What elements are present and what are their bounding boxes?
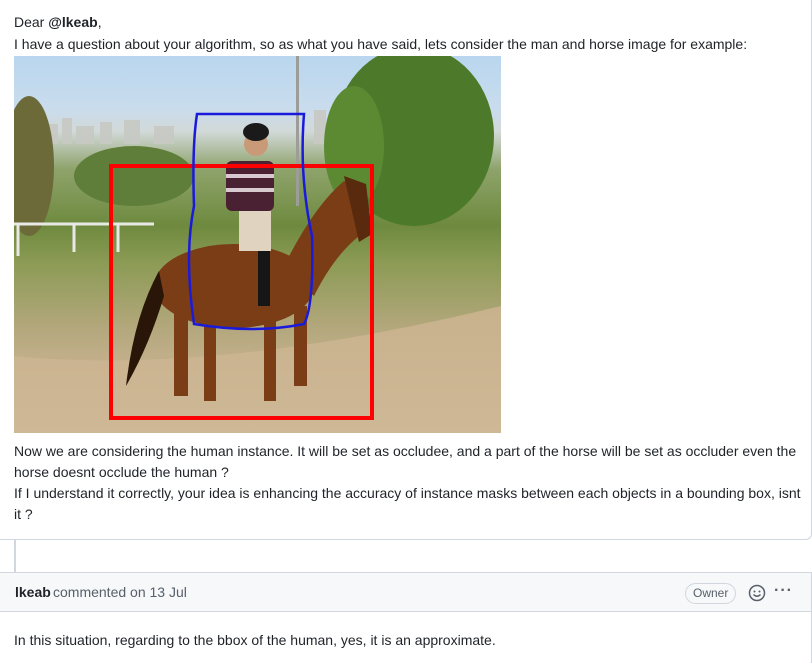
question-intro: I have a question about your algorithm, … [14, 36, 748, 52]
paragraph-2-line-2: it ? [14, 506, 33, 522]
comment-body-question: Dear @lkeab, I have a question about you… [0, 0, 812, 540]
reply-body-text: In this situation, regarding to the bbox… [14, 632, 496, 648]
man-horse-image[interactable] [14, 56, 501, 433]
user-mention-link[interactable]: @lkeab [48, 14, 97, 30]
paragraph-1-line-2: horse doesnt occlude the human ? [14, 464, 229, 480]
comment-author-link[interactable]: lkeab [15, 584, 51, 600]
comment-header: lkeab commented on 13 Jul Owner ··· [0, 573, 811, 612]
paragraph-2-line-1: If I understand it correctly, your idea … [14, 485, 801, 501]
smiley-icon[interactable] [748, 584, 766, 602]
timeline-connector [14, 540, 16, 572]
paragraph-1-line-1: Now we are considering the human instanc… [14, 443, 797, 459]
greeting-comma: , [97, 14, 102, 30]
comment-reply: lkeab commented on 13 Jul Owner ··· In t… [0, 572, 812, 663]
image-drawing [14, 56, 501, 433]
greeting-line: Dear @lkeab, [14, 12, 102, 33]
owner-badge: Owner [685, 583, 737, 604]
comment-timestamp[interactable]: commented on 13 Jul [53, 584, 187, 600]
greeting-text: Dear [14, 14, 49, 30]
kebab-icon[interactable]: ··· [774, 582, 793, 600]
